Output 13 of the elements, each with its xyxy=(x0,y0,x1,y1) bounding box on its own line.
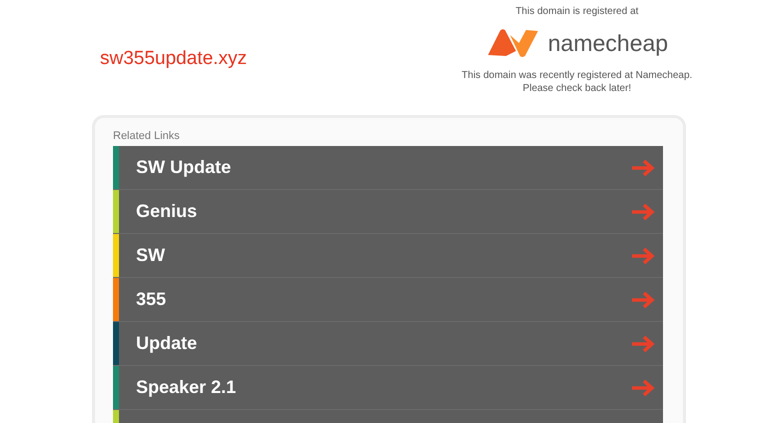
section-title: Related Links xyxy=(113,130,181,142)
check-back-message: Please check back later! xyxy=(522,82,632,95)
arrow-right-icon xyxy=(631,290,655,308)
arrow-right-icon xyxy=(631,158,655,176)
registration-intro: This domain is registered at xyxy=(514,5,640,18)
arrow-right-icon xyxy=(631,378,655,396)
registration-message: This domain was recently registered at Namecheap. xyxy=(460,69,694,82)
arrow-right-icon xyxy=(631,246,655,264)
brand-name: namecheap xyxy=(548,30,668,56)
logo-icon xyxy=(486,27,540,59)
domain-name: sw355update.xyz xyxy=(100,48,247,71)
arrow-right-icon xyxy=(631,202,655,220)
arrow-right-icon xyxy=(631,334,655,352)
